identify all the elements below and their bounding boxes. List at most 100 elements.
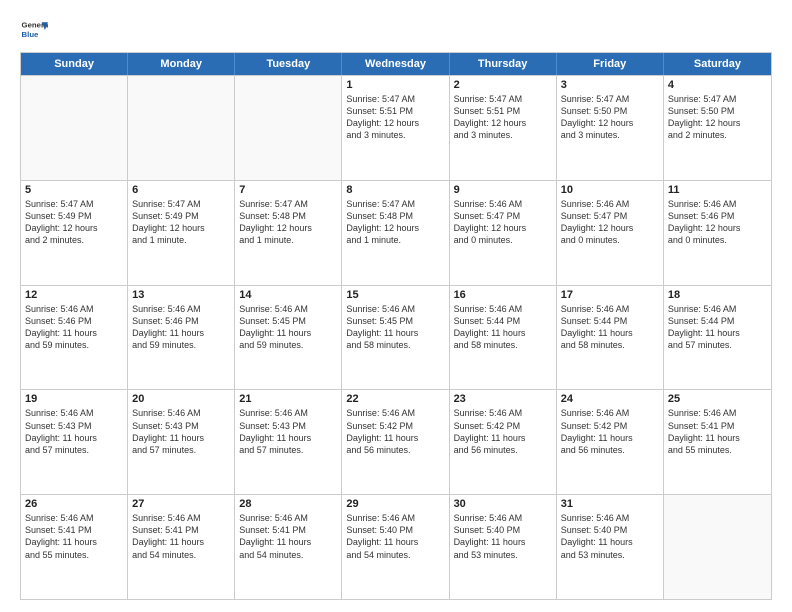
day-number: 14 [239, 289, 337, 301]
header-monday: Monday [128, 53, 235, 75]
header-saturday: Saturday [664, 53, 771, 75]
day-number: 13 [132, 289, 230, 301]
calendar-body: 1 Sunrise: 5:47 AM Sunset: 5:51 PM Daylig… [21, 75, 771, 599]
cell-info: Sunrise: 5:46 AM Sunset: 5:43 PM Dayligh… [25, 407, 123, 456]
calendar-cell [235, 76, 342, 180]
day-number: 31 [561, 498, 659, 510]
calendar-cell [664, 495, 771, 599]
cell-info: Sunrise: 5:46 AM Sunset: 5:45 PM Dayligh… [346, 303, 444, 352]
day-number: 22 [346, 393, 444, 405]
cell-info: Sunrise: 5:47 AM Sunset: 5:49 PM Dayligh… [25, 198, 123, 247]
cell-info: Sunrise: 5:46 AM Sunset: 5:46 PM Dayligh… [668, 198, 767, 247]
cell-info: Sunrise: 5:47 AM Sunset: 5:48 PM Dayligh… [346, 198, 444, 247]
day-number: 5 [25, 184, 123, 196]
cell-info: Sunrise: 5:47 AM Sunset: 5:50 PM Dayligh… [561, 93, 659, 142]
cell-info: Sunrise: 5:46 AM Sunset: 5:43 PM Dayligh… [132, 407, 230, 456]
header-wednesday: Wednesday [342, 53, 449, 75]
calendar-cell: 28 Sunrise: 5:46 AM Sunset: 5:41 PM Dayli… [235, 495, 342, 599]
calendar-cell: 1 Sunrise: 5:47 AM Sunset: 5:51 PM Daylig… [342, 76, 449, 180]
calendar-cell: 25 Sunrise: 5:46 AM Sunset: 5:41 PM Dayli… [664, 390, 771, 494]
day-number: 29 [346, 498, 444, 510]
day-number: 21 [239, 393, 337, 405]
day-number: 16 [454, 289, 552, 301]
cell-info: Sunrise: 5:46 AM Sunset: 5:42 PM Dayligh… [454, 407, 552, 456]
calendar-row: 5 Sunrise: 5:47 AM Sunset: 5:49 PM Daylig… [21, 180, 771, 285]
day-number: 12 [25, 289, 123, 301]
day-number: 25 [668, 393, 767, 405]
day-number: 27 [132, 498, 230, 510]
calendar-row: 1 Sunrise: 5:47 AM Sunset: 5:51 PM Daylig… [21, 75, 771, 180]
day-number: 17 [561, 289, 659, 301]
calendar-cell: 6 Sunrise: 5:47 AM Sunset: 5:49 PM Daylig… [128, 181, 235, 285]
header-tuesday: Tuesday [235, 53, 342, 75]
header-thursday: Thursday [450, 53, 557, 75]
calendar-cell: 20 Sunrise: 5:46 AM Sunset: 5:43 PM Dayli… [128, 390, 235, 494]
day-number: 6 [132, 184, 230, 196]
day-number: 30 [454, 498, 552, 510]
calendar-cell: 31 Sunrise: 5:46 AM Sunset: 5:40 PM Dayli… [557, 495, 664, 599]
cell-info: Sunrise: 5:46 AM Sunset: 5:42 PM Dayligh… [561, 407, 659, 456]
day-number: 20 [132, 393, 230, 405]
cell-info: Sunrise: 5:46 AM Sunset: 5:46 PM Dayligh… [25, 303, 123, 352]
cell-info: Sunrise: 5:46 AM Sunset: 5:41 PM Dayligh… [25, 512, 123, 561]
calendar-cell: 9 Sunrise: 5:46 AM Sunset: 5:47 PM Daylig… [450, 181, 557, 285]
calendar-cell: 13 Sunrise: 5:46 AM Sunset: 5:46 PM Dayli… [128, 286, 235, 390]
cell-info: Sunrise: 5:46 AM Sunset: 5:43 PM Dayligh… [239, 407, 337, 456]
cell-info: Sunrise: 5:47 AM Sunset: 5:51 PM Dayligh… [346, 93, 444, 142]
logo-icon: General Blue [20, 16, 48, 44]
cell-info: Sunrise: 5:46 AM Sunset: 5:41 PM Dayligh… [239, 512, 337, 561]
calendar-row: 12 Sunrise: 5:46 AM Sunset: 5:46 PM Dayli… [21, 285, 771, 390]
day-number: 3 [561, 79, 659, 91]
day-number: 19 [25, 393, 123, 405]
day-number: 26 [25, 498, 123, 510]
day-number: 2 [454, 79, 552, 91]
cell-info: Sunrise: 5:47 AM Sunset: 5:49 PM Dayligh… [132, 198, 230, 247]
calendar-cell: 11 Sunrise: 5:46 AM Sunset: 5:46 PM Dayli… [664, 181, 771, 285]
calendar-cell: 27Sunrise: 5:46 AM Sunset: 5:41 PM Dayli… [128, 495, 235, 599]
calendar-cell [21, 76, 128, 180]
cell-info: Sunrise: 5:46 AM Sunset: 5:47 PM Dayligh… [561, 198, 659, 247]
calendar-cell: 10 Sunrise: 5:46 AM Sunset: 5:47 PM Dayli… [557, 181, 664, 285]
calendar-cell: 17Sunrise: 5:46 AM Sunset: 5:44 PM Dayli… [557, 286, 664, 390]
calendar-cell: 12 Sunrise: 5:46 AM Sunset: 5:46 PM Dayli… [21, 286, 128, 390]
day-number: 10 [561, 184, 659, 196]
calendar-cell: 14 Sunrise: 5:46 AM Sunset: 5:45 PM Dayli… [235, 286, 342, 390]
day-number: 9 [454, 184, 552, 196]
calendar-cell: 7Sunrise: 5:47 AM Sunset: 5:48 PM Daylig… [235, 181, 342, 285]
calendar-cell: 18 Sunrise: 5:46 AM Sunset: 5:44 PM Dayli… [664, 286, 771, 390]
cell-info: Sunrise: 5:46 AM Sunset: 5:40 PM Dayligh… [454, 512, 552, 561]
cell-info: Sunrise: 5:46 AM Sunset: 5:40 PM Dayligh… [561, 512, 659, 561]
cell-info: Sunrise: 5:46 AM Sunset: 5:47 PM Dayligh… [454, 198, 552, 247]
calendar-header: SundayMondayTuesdayWednesdayThursdayFrid… [21, 53, 771, 75]
day-number: 8 [346, 184, 444, 196]
cell-info: Sunrise: 5:47 AM Sunset: 5:50 PM Dayligh… [668, 93, 767, 142]
calendar-row: 19 Sunrise: 5:46 AM Sunset: 5:43 PM Dayli… [21, 389, 771, 494]
calendar-cell: 29 Sunrise: 5:46 AM Sunset: 5:40 PM Dayli… [342, 495, 449, 599]
calendar-cell: 30 Sunrise: 5:46 AM Sunset: 5:40 PM Dayli… [450, 495, 557, 599]
cell-info: Sunrise: 5:46 AM Sunset: 5:45 PM Dayligh… [239, 303, 337, 352]
day-number: 1 [346, 79, 444, 91]
day-number: 23 [454, 393, 552, 405]
calendar-cell: 23 Sunrise: 5:46 AM Sunset: 5:42 PM Dayli… [450, 390, 557, 494]
calendar-cell: 16Sunrise: 5:46 AM Sunset: 5:44 PM Dayli… [450, 286, 557, 390]
cell-info: Sunrise: 5:46 AM Sunset: 5:41 PM Dayligh… [668, 407, 767, 456]
calendar-cell: 4Sunrise: 5:47 AM Sunset: 5:50 PM Daylig… [664, 76, 771, 180]
calendar-cell: 26 Sunrise: 5:46 AM Sunset: 5:41 PM Dayli… [21, 495, 128, 599]
day-number: 18 [668, 289, 767, 301]
day-number: 28 [239, 498, 337, 510]
calendar-row: 26 Sunrise: 5:46 AM Sunset: 5:41 PM Dayli… [21, 494, 771, 599]
calendar-cell: 19 Sunrise: 5:46 AM Sunset: 5:43 PM Dayli… [21, 390, 128, 494]
day-number: 11 [668, 184, 767, 196]
calendar: SundayMondayTuesdayWednesdayThursdayFrid… [20, 52, 772, 600]
cell-info: Sunrise: 5:46 AM Sunset: 5:44 PM Dayligh… [668, 303, 767, 352]
day-number: 24 [561, 393, 659, 405]
calendar-cell: 3 Sunrise: 5:47 AM Sunset: 5:50 PM Daylig… [557, 76, 664, 180]
calendar-cell [128, 76, 235, 180]
cell-info: Sunrise: 5:46 AM Sunset: 5:40 PM Dayligh… [346, 512, 444, 561]
header-sunday: Sunday [21, 53, 128, 75]
svg-text:Blue: Blue [22, 30, 40, 39]
cell-info: Sunrise: 5:46 AM Sunset: 5:46 PM Dayligh… [132, 303, 230, 352]
day-number: 15 [346, 289, 444, 301]
cell-info: Sunrise: 5:46 AM Sunset: 5:42 PM Dayligh… [346, 407, 444, 456]
calendar-cell: 2Sunrise: 5:47 AM Sunset: 5:51 PM Daylig… [450, 76, 557, 180]
